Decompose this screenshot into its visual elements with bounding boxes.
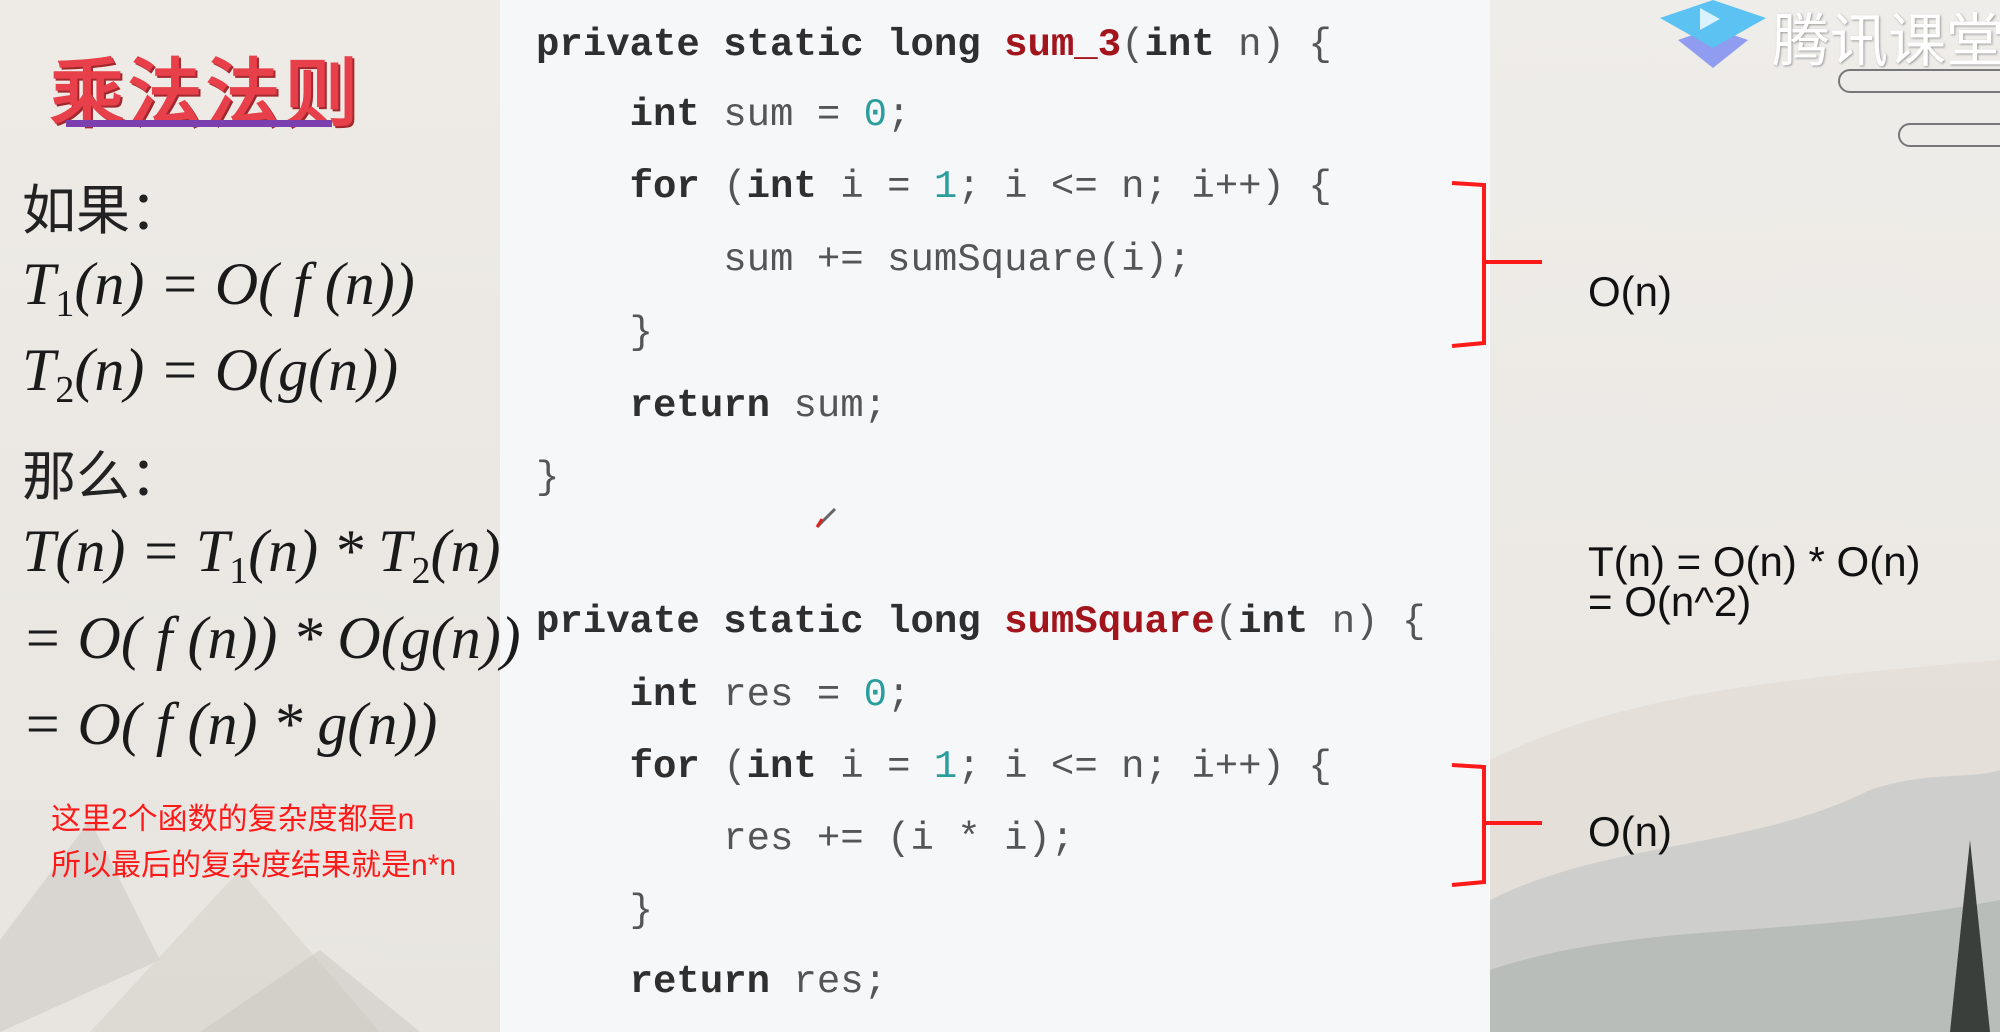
math-subscript: 1 (55, 283, 75, 325)
math-text: T(n) = T (22, 518, 230, 584)
math-line-t1: T1(n) = O( f (n)) (22, 250, 415, 326)
code-line: private static long sum_3(int n) { (536, 26, 1332, 65)
code-text: } (536, 889, 654, 933)
math-line-t2: T2(n) = O(g(n)) (22, 336, 398, 412)
code-text: res = (699, 673, 864, 717)
brace-loop1 (1451, 181, 1542, 348)
math-subscript: 2 (55, 369, 75, 411)
note-line: 这里2个函数的复杂度都是n (51, 803, 415, 836)
code-text: ( (699, 165, 747, 209)
math-text: = O( f (n)) * O(g(n)) (22, 605, 521, 671)
play-cap-icon (1660, 0, 1766, 68)
code-line: int res = 0; (536, 673, 911, 717)
pen-cursor-icon (815, 507, 837, 529)
code-text: i = (816, 165, 934, 209)
code-keyword: return (629, 384, 771, 428)
code-text: res; (770, 960, 888, 1004)
if-label: 如果： (22, 179, 184, 242)
math-subscript: 2 (411, 550, 431, 592)
decorative-cloud-lines (1838, 69, 2000, 147)
decorative-mountains-right (1490, 660, 2000, 1032)
code-text: sum += sumSquare(i); (536, 238, 1192, 282)
math-subscript: 1 (229, 550, 249, 592)
code-keyword: private static long (536, 600, 1005, 644)
code-number: 0 (863, 673, 888, 717)
code-text: n) { (1308, 600, 1426, 644)
math-text: (n) = O(g(n)) (74, 337, 399, 403)
math-text: (n) = O( f (n)) (74, 251, 415, 317)
total-complexity-line2: = O(n^2) (1588, 578, 1752, 625)
code-text: res += (i * i); (536, 817, 1075, 861)
code-keyword: int (629, 673, 700, 717)
math-line-expand: = O( f (n)) * O(g(n)) (22, 604, 521, 673)
code-line: } (536, 459, 559, 498)
code-text: ( (1214, 600, 1239, 644)
code-line: sum += sumSquare(i); (536, 241, 1191, 280)
code-text: ; (887, 673, 911, 717)
code-keyword: for (629, 165, 700, 209)
code-line: for (int i = 1; i <= n; i++) { (536, 168, 1332, 207)
code-keyword: for (629, 745, 700, 789)
code-text: ( (1121, 23, 1145, 67)
code-line: private static long sumSquare(int n) { (536, 603, 1425, 642)
brace-loop2 (1451, 763, 1542, 887)
code-line: } (536, 314, 653, 353)
code-line: } (536, 892, 653, 931)
code-text: } (536, 456, 560, 500)
math-line-product: T(n) = T1(n) * T2(n) (22, 517, 501, 593)
code-panel (500, 0, 1490, 1032)
code-keyword: int (746, 165, 817, 209)
code-text: i = (816, 745, 934, 789)
code-text: sum = (699, 93, 864, 137)
code-keyword: private static long (536, 23, 1005, 67)
then-label: 那么： (22, 445, 184, 508)
math-text: (n) * T (248, 518, 412, 584)
code-text: ; i <= n; i++) { (957, 165, 1332, 209)
code-keyword: int (629, 93, 700, 137)
code-number: 1 (933, 745, 958, 789)
code-function-name: sum_3 (1004, 23, 1122, 67)
math-text: T (22, 251, 56, 317)
math-text: (n) (430, 518, 501, 584)
code-line: return res; (536, 963, 887, 1002)
code-line: return sum; (536, 387, 887, 426)
code-text: ; i <= n; i++) { (957, 745, 1332, 789)
code-text: } (536, 311, 654, 355)
title-underline (66, 120, 332, 127)
code-text: sum; (770, 384, 888, 428)
math-text: T (22, 337, 56, 403)
code-line: for (int i = 1; i <= n; i++) { (536, 748, 1332, 787)
code-keyword: return (629, 960, 771, 1004)
loop1-complexity: O(n) (1588, 268, 1672, 315)
code-keyword: int (1144, 23, 1215, 67)
math-text: = O( f (n) * g(n)) (22, 691, 438, 757)
code-text: ; (887, 93, 911, 137)
code-line: int sum = 0; (536, 93, 911, 137)
code-text: ( (699, 745, 747, 789)
note-line: 所以最后的复杂度结果就是n*n (51, 849, 457, 882)
code-keyword: int (1238, 600, 1309, 644)
code-line: res += (i * i); (536, 820, 1074, 859)
code-number: 0 (863, 93, 888, 137)
math-line-result: = O( f (n) * g(n)) (22, 690, 437, 759)
code-text: n) { (1214, 23, 1332, 67)
loop2-complexity: O(n) (1588, 808, 1672, 855)
code-number: 1 (933, 165, 958, 209)
code-keyword: int (746, 745, 817, 789)
code-function-name: sumSquare (1004, 600, 1215, 644)
